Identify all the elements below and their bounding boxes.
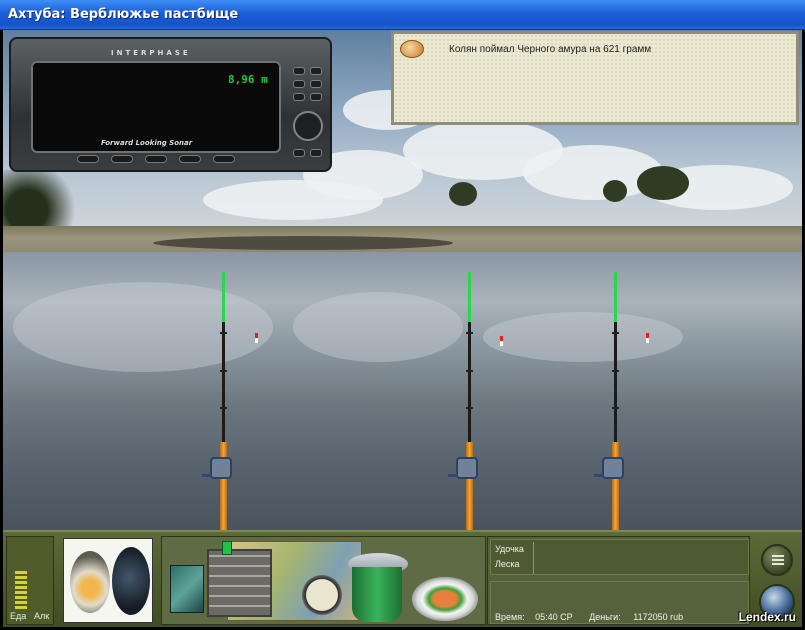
food-meter: [15, 571, 27, 609]
line-label: Леска: [495, 559, 520, 569]
sonar-button[interactable]: [145, 155, 167, 163]
money-label: Деньги:: [589, 612, 621, 622]
reel-icon: [456, 457, 478, 479]
sonar-label: Forward Looking Sonar: [101, 139, 193, 147]
tackle-box-handle: [222, 541, 232, 555]
inventory-bar: [161, 536, 486, 625]
status-info: Время: 05:40 СР Деньги: 1172050 rub: [490, 581, 749, 624]
watermark: Lendex.ru: [738, 610, 796, 624]
menu-icon: [772, 555, 784, 567]
sonar-key[interactable]: [293, 67, 305, 75]
info-panel: Удочка Леска Время: 05:40 СР Деньги: 117…: [487, 536, 750, 625]
book-icon[interactable]: [170, 565, 204, 613]
bottom-panel: Еда Алк Удочка Леска Время: 05:40 СР Ден…: [3, 530, 802, 627]
time-label: Время:: [495, 612, 525, 622]
sonar-depth: 8,96 m: [228, 73, 268, 86]
tree: [637, 166, 689, 200]
tackle-info: Удочка Леска: [490, 539, 749, 575]
worm-icon: [400, 40, 424, 58]
alcohol-label: Алк: [34, 611, 50, 621]
reel-icon: [210, 457, 232, 479]
status-line: Время: 05:40 СР Деньги: 1172050 rub: [495, 612, 683, 622]
sonar-device[interactable]: INTERPHASE 8,96 m Forward Looking Sonar: [9, 37, 332, 172]
sonar-key[interactable]: [310, 80, 322, 88]
bobber: [500, 336, 503, 346]
message-log: Колян поймал Черного амура на 621 грамм: [391, 31, 799, 125]
sonar-key[interactable]: [293, 80, 305, 88]
sonar-key[interactable]: [310, 149, 322, 157]
food-label: Еда: [10, 611, 27, 621]
sonar-button[interactable]: [111, 155, 133, 163]
menu-button[interactable]: [761, 544, 793, 576]
sonar-button[interactable]: [77, 155, 99, 163]
compass-icon[interactable]: [302, 575, 342, 615]
money-value: 1172050 rub: [633, 612, 684, 622]
food-plate-icon[interactable]: [412, 577, 478, 621]
tackle-box-icon[interactable]: [207, 549, 272, 617]
bobber: [255, 333, 258, 343]
mussel-bait-icon: [70, 551, 110, 613]
sonar-dpad[interactable]: [293, 111, 323, 141]
time-value: 05:40 СР: [535, 612, 573, 622]
status-meters: Еда Алк: [6, 536, 54, 625]
window-titlebar[interactable]: Ахтуба: Верблюжье пастбище: [0, 0, 805, 30]
sonar-brand: INTERPHASE: [111, 49, 191, 57]
bobber: [646, 333, 649, 343]
water[interactable]: [3, 252, 802, 530]
mussel-shell-icon: [112, 547, 150, 615]
rod-label: Удочка: [495, 544, 524, 554]
sonar-key[interactable]: [310, 67, 322, 75]
tree: [603, 180, 627, 202]
sonar-buttons: [77, 155, 247, 165]
sonar-key[interactable]: [310, 93, 322, 101]
bait-slot[interactable]: [63, 538, 153, 623]
reel-icon: [602, 457, 624, 479]
sonar-key[interactable]: [293, 149, 305, 157]
sonar-key[interactable]: [293, 93, 305, 101]
shore-shadow: [153, 236, 453, 250]
message-text: Колян поймал Черного амура на 621 грамм: [449, 44, 652, 55]
fish-bucket-icon[interactable]: [352, 567, 402, 622]
tree: [449, 182, 477, 206]
sonar-button[interactable]: [179, 155, 201, 163]
window-title: Ахтуба: Верблюжье пастбище: [8, 7, 239, 22]
sonar-button[interactable]: [213, 155, 235, 163]
sonar-keypad: [293, 67, 325, 163]
